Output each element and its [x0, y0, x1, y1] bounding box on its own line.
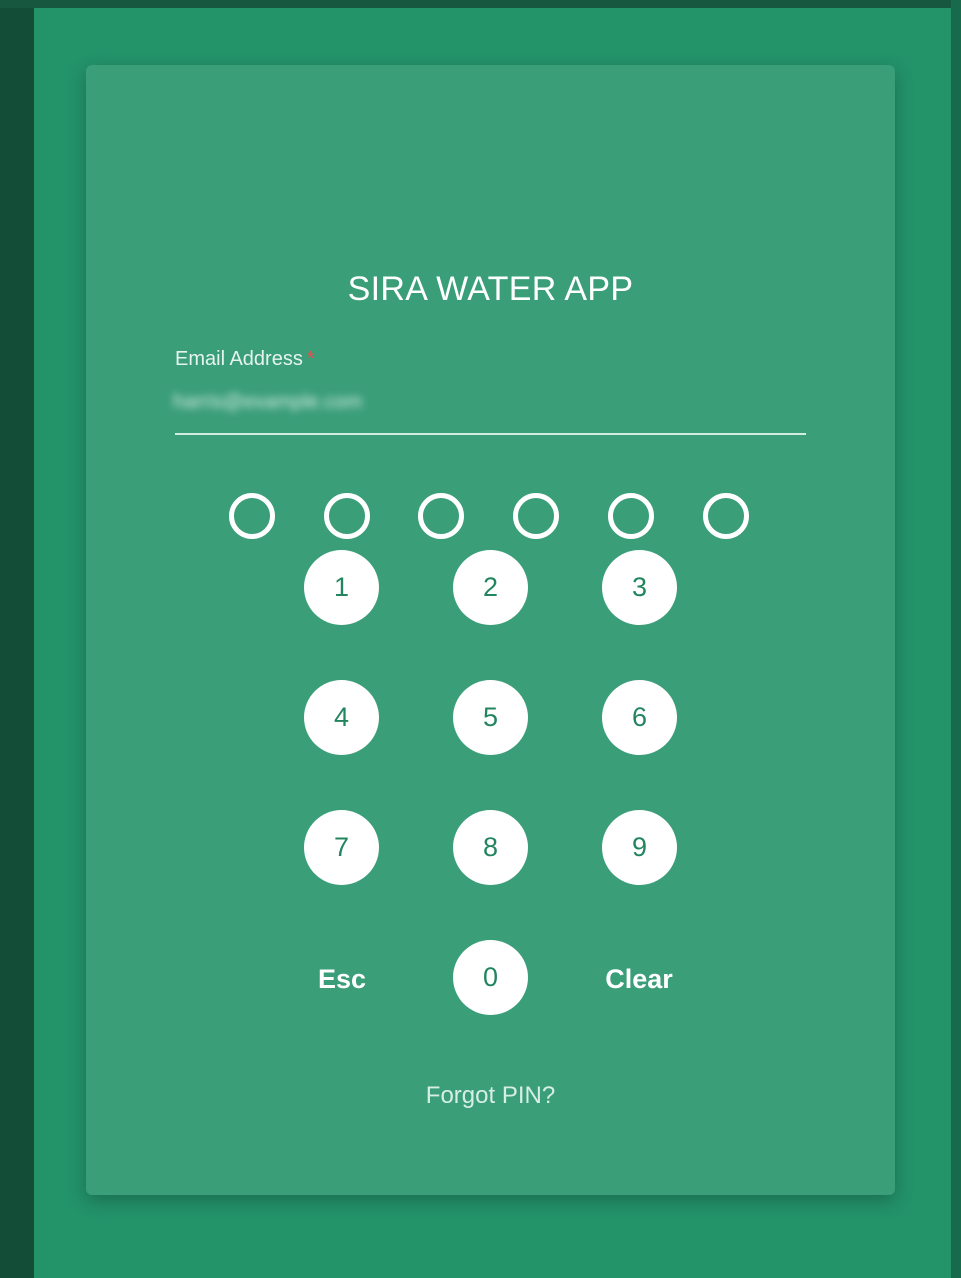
clear-button[interactable]: Clear — [579, 959, 699, 999]
keypad-key-3[interactable]: 3 — [602, 550, 677, 625]
keypad-key-4[interactable]: 4 — [304, 680, 379, 755]
app-title: SIRA WATER APP — [347, 270, 634, 308]
keypad-key-5[interactable]: 5 — [453, 680, 528, 755]
pin-dot-5 — [608, 493, 654, 539]
backdrop-right — [951, 0, 961, 1278]
pin-dot-4 — [513, 493, 559, 539]
pin-indicator — [229, 493, 759, 541]
keypad-key-9[interactable]: 9 — [602, 810, 677, 885]
pin-dot-6 — [703, 493, 749, 539]
backdrop-left — [0, 0, 34, 1278]
email-field-underline — [175, 433, 806, 435]
login-card: SIRA WATER APP Email Address* 1 2 3 4 5 … — [86, 65, 895, 1195]
keypad-key-1[interactable]: 1 — [304, 550, 379, 625]
app-frame: SIRA WATER APP Email Address* 1 2 3 4 5 … — [34, 8, 951, 1278]
required-marker: * — [306, 348, 315, 370]
email-label-text: Email Address — [175, 348, 303, 370]
keypad-key-8[interactable]: 8 — [453, 810, 528, 885]
esc-button[interactable]: Esc — [282, 959, 402, 999]
keypad-key-6[interactable]: 6 — [602, 680, 677, 755]
email-input[interactable] — [173, 389, 429, 415]
email-field: Email Address * — [173, 345, 806, 435]
keypad-key-7[interactable]: 7 — [304, 810, 379, 885]
pin-dot-1 — [229, 493, 275, 539]
pin-dot-3 — [418, 493, 464, 539]
backdrop-top — [0, 0, 961, 8]
forgot-pin-link[interactable]: Forgot PIN? — [86, 1082, 895, 1110]
email-field-label: Email Address * — [175, 348, 315, 371]
keypad-key-0[interactable]: 0 — [453, 940, 528, 1015]
keypad-key-2[interactable]: 2 — [453, 550, 528, 625]
pin-dot-2 — [324, 493, 370, 539]
